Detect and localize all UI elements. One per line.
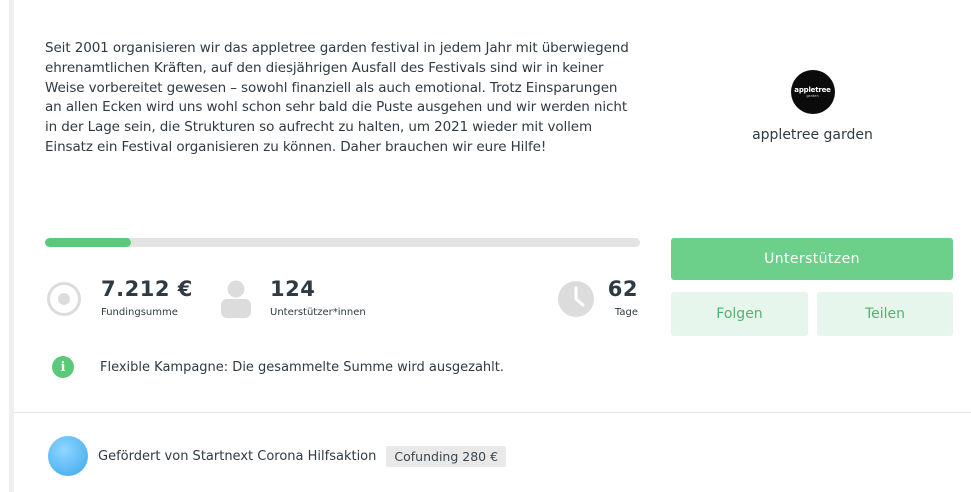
sponsor-row[interactable]: Gefördert von Startnext Corona Hilfsakti… — [48, 436, 507, 476]
supporters-label: Unterstützer*innen — [270, 307, 366, 318]
project-description: Seit 2001 organisieren wir das appletree… — [45, 40, 629, 155]
target-icon — [47, 282, 81, 316]
days-label: Tage — [614, 307, 638, 318]
follow-button[interactable]: Folgen — [671, 292, 808, 336]
project-owner-card[interactable]: appletree garden appletree garden — [672, 62, 953, 143]
funding-label: Fundingsumme — [101, 307, 178, 318]
section-divider — [14, 412, 971, 413]
left-border — [9, 0, 14, 492]
cofunding-tag: Cofunding 280 € — [386, 445, 507, 467]
funding-progress-fill — [45, 238, 132, 247]
person-icon — [221, 280, 251, 318]
sponsor-badge-icon — [48, 436, 88, 476]
sponsor-text: Gefördert von Startnext Corona Hilfsakti… — [98, 448, 377, 464]
share-button[interactable]: Teilen — [817, 292, 953, 336]
funding-amount: 7.212 € — [101, 277, 193, 301]
days-count: 62 — [607, 277, 638, 301]
campaign-info-text: Flexible Kampagne: Die gesammelte Summe … — [100, 359, 505, 375]
project-logo[interactable]: appletree garden — [790, 70, 835, 114]
campaign-info: i Flexible Kampagne: Die gesammelte Summ… — [52, 356, 504, 378]
logo-text: appletree — [794, 86, 831, 94]
logo-subtext: garden — [806, 94, 819, 98]
clock-icon — [558, 281, 594, 317]
project-owner-name[interactable]: appletree garden — [672, 127, 953, 143]
support-button[interactable]: Unterstützen — [671, 238, 953, 280]
supporters-count: 124 — [270, 277, 316, 301]
info-icon: i — [52, 356, 74, 378]
funding-progress-bar — [45, 238, 640, 247]
